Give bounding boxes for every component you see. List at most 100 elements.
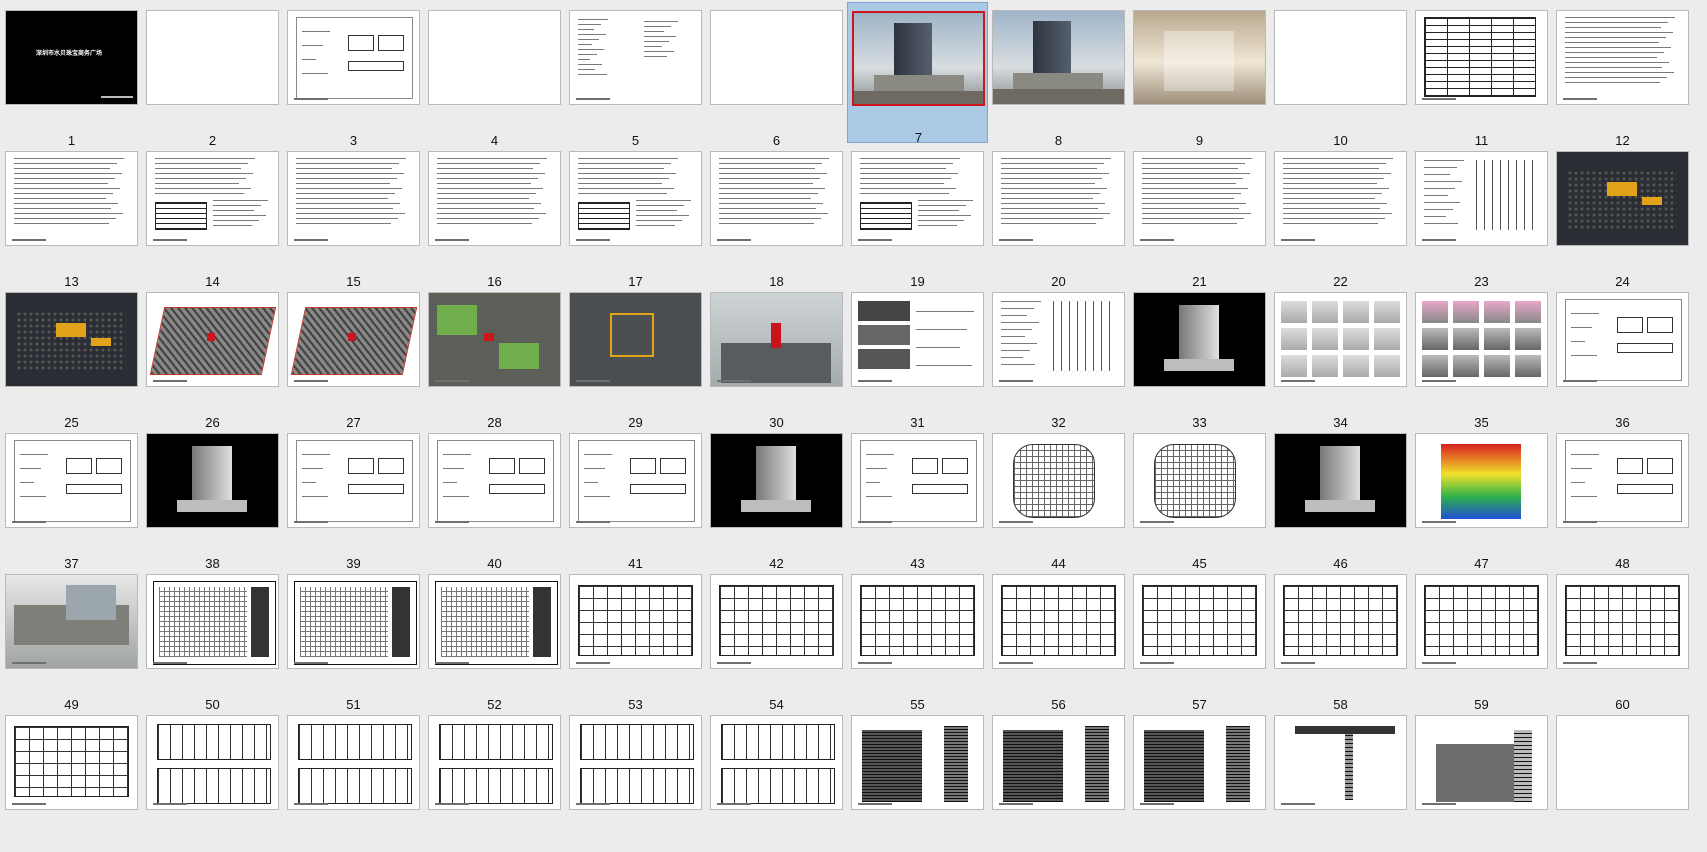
slide-thumbnail[interactable] xyxy=(1552,711,1693,852)
slide-thumbnail[interactable]: 44 xyxy=(988,429,1129,571)
slide-thumbnail[interactable]: 17 xyxy=(565,147,706,289)
slide-thumbnail[interactable]: 31 xyxy=(847,288,988,430)
slide-thumbnail[interactable] xyxy=(283,711,424,852)
slide-thumbnail[interactable]: 21 xyxy=(1129,147,1270,289)
slide-thumbnail[interactable]: 28 xyxy=(424,288,565,430)
slide-thumbnail[interactable]: 24 xyxy=(1552,147,1693,289)
slide-thumbnail[interactable]: 27 xyxy=(283,288,424,430)
slide-thumbnail[interactable]: 53 xyxy=(565,570,706,712)
slide-preview xyxy=(710,151,843,246)
slide-preview xyxy=(428,574,561,669)
slide-thumbnail[interactable] xyxy=(1411,711,1552,852)
slide-number: 14 xyxy=(205,274,220,289)
slide-thumbnail[interactable] xyxy=(565,711,706,852)
slide-number: 27 xyxy=(346,415,361,430)
slide-number: 18 xyxy=(769,274,784,289)
slide-thumbnail[interactable]: 45 xyxy=(1129,429,1270,571)
slide-preview xyxy=(1274,10,1407,105)
slide-preview xyxy=(710,10,843,105)
slide-preview xyxy=(1556,715,1689,810)
slide-thumbnail[interactable]: 4 xyxy=(424,6,565,148)
slide-number: 1 xyxy=(67,133,76,148)
slide-number: 29 xyxy=(628,415,643,430)
slide-thumbnail[interactable] xyxy=(706,711,847,852)
slide-thumbnail[interactable]: 51 xyxy=(283,570,424,712)
slide-thumbnail[interactable] xyxy=(847,711,988,852)
slide-thumbnail[interactable]: 49 xyxy=(1,570,142,712)
slide-number: 2 xyxy=(208,133,217,148)
slide-thumbnail[interactable]: 7 xyxy=(847,2,988,145)
slide-thumbnail[interactable]: 18 xyxy=(706,147,847,289)
slide-thumbnail[interactable]: 50 xyxy=(142,570,283,712)
slide-thumbnail[interactable] xyxy=(988,711,1129,852)
slide-number: 11 xyxy=(1474,133,1489,148)
slide-thumbnail[interactable]: 12 xyxy=(1552,6,1693,148)
slide-thumbnail[interactable] xyxy=(1129,711,1270,852)
slide-preview xyxy=(1274,151,1407,246)
slide-thumbnail[interactable]: 深圳市水贝珠宝商务广场 1 xyxy=(1,6,142,148)
slide-thumbnail[interactable]: 54 xyxy=(706,570,847,712)
slide-thumbnail[interactable]: 9 xyxy=(1129,6,1270,148)
slide-thumbnail[interactable]: 13 xyxy=(1,147,142,289)
slide-thumbnail[interactable]: 34 xyxy=(1270,288,1411,430)
slide-thumbnail[interactable]: 10 xyxy=(1270,6,1411,148)
slide-preview xyxy=(1415,574,1548,669)
slide-thumbnail[interactable]: 48 xyxy=(1552,429,1693,571)
slide-thumbnail[interactable]: 40 xyxy=(424,429,565,571)
slide-thumbnail[interactable]: 46 xyxy=(1270,429,1411,571)
slide-thumbnail[interactable]: 25 xyxy=(1,288,142,430)
slide-thumbnail[interactable]: 47 xyxy=(1411,429,1552,571)
slide-number: 4 xyxy=(490,133,499,148)
slide-thumbnail[interactable] xyxy=(1,711,142,852)
slide-thumbnail[interactable]: 29 xyxy=(565,288,706,430)
slide-thumbnail[interactable]: 60 xyxy=(1552,570,1693,712)
slide-preview xyxy=(287,292,420,387)
slide-thumbnail[interactable]: 2 xyxy=(142,6,283,148)
slide-thumbnail[interactable]: 16 xyxy=(424,147,565,289)
slide-thumbnail[interactable]: 35 xyxy=(1411,288,1552,430)
slide-thumbnail[interactable]: 43 xyxy=(847,429,988,571)
slide-thumbnail[interactable]: 52 xyxy=(424,570,565,712)
slide-thumbnail[interactable]: 55 xyxy=(847,570,988,712)
slide-thumbnail[interactable]: 59 xyxy=(1411,570,1552,712)
slide-thumbnail[interactable]: 30 xyxy=(706,288,847,430)
slide-number: 33 xyxy=(1192,415,1207,430)
slide-thumbnail[interactable]: 6 xyxy=(706,6,847,148)
slide-thumbnail[interactable]: 56 xyxy=(988,570,1129,712)
slide-thumbnail[interactable]: 32 xyxy=(988,288,1129,430)
slide-thumbnail[interactable]: 39 xyxy=(283,429,424,571)
slide-thumbnail[interactable]: 57 xyxy=(1129,570,1270,712)
slide-thumbnail[interactable]: 5 xyxy=(565,6,706,148)
slide-thumbnail[interactable]: 20 xyxy=(988,147,1129,289)
slide-thumbnail[interactable]: 19 xyxy=(847,147,988,289)
slide-preview: 深圳市水贝珠宝商务广场 xyxy=(5,10,138,105)
slide-preview xyxy=(1556,10,1689,105)
slide-thumbnail[interactable]: 37 xyxy=(1,429,142,571)
slide-thumbnail[interactable]: 26 xyxy=(142,288,283,430)
slide-thumbnail[interactable]: 38 xyxy=(142,429,283,571)
slide-number: 30 xyxy=(769,415,784,430)
slide-thumbnail[interactable]: 15 xyxy=(283,147,424,289)
slide-preview xyxy=(1133,10,1266,105)
slide-thumbnail[interactable] xyxy=(424,711,565,852)
slide-number: 50 xyxy=(205,697,220,712)
slide-thumbnail[interactable]: 41 xyxy=(565,429,706,571)
slide-preview xyxy=(1556,574,1689,669)
slide-preview xyxy=(5,715,138,810)
slide-thumbnail[interactable] xyxy=(142,711,283,852)
slide-thumbnail[interactable]: 22 xyxy=(1270,147,1411,289)
slide-thumbnail[interactable]: 42 xyxy=(706,429,847,571)
slide-number: 25 xyxy=(64,415,79,430)
slide-thumbnail[interactable]: 14 xyxy=(142,147,283,289)
slide-thumbnail[interactable]: 8 xyxy=(988,6,1129,148)
slide-thumbnail[interactable]: 33 xyxy=(1129,288,1270,430)
slide-number: 3 xyxy=(349,133,358,148)
slide-thumbnail[interactable]: 58 xyxy=(1270,570,1411,712)
slide-number: 59 xyxy=(1474,697,1489,712)
slide-thumbnail[interactable]: 11 xyxy=(1411,6,1552,148)
slide-thumbnail[interactable] xyxy=(1270,711,1411,852)
slide-thumbnail[interactable]: 23 xyxy=(1411,147,1552,289)
slide-thumbnail[interactable]: 3 xyxy=(283,6,424,148)
slide-number: 13 xyxy=(64,274,79,289)
slide-thumbnail[interactable]: 36 xyxy=(1552,288,1693,430)
